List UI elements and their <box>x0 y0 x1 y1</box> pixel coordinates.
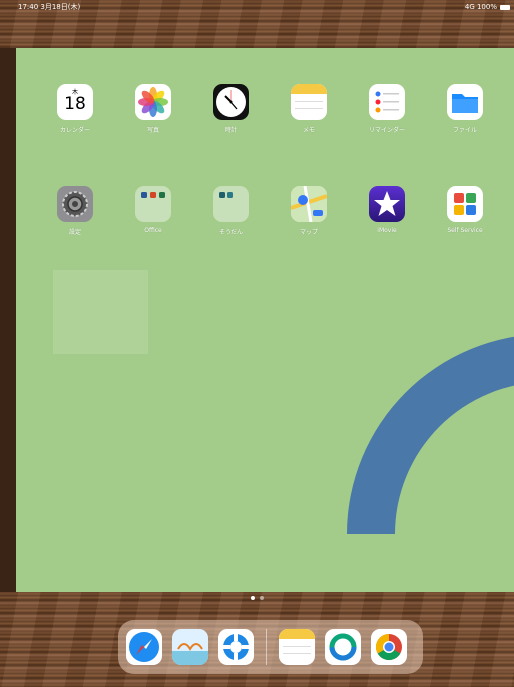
school-app-icon[interactable] <box>172 629 208 665</box>
app-label: 写真 <box>146 127 159 134</box>
lifebuoy-icon[interactable] <box>218 629 254 665</box>
imovie-icon <box>369 186 405 222</box>
home-screen-wallpaper: 木 18 カレンダー 写真 時計 メモ リマインダー ファイル 設定 Offic… <box>16 48 514 592</box>
dock-separator <box>266 629 267 665</box>
app-label: メモ <box>302 127 315 134</box>
page-indicator[interactable] <box>0 596 514 600</box>
app-imovie[interactable]: iMovie <box>357 186 417 234</box>
app-label: Office <box>144 227 162 234</box>
calendar-day: 18 <box>64 94 86 114</box>
chrome-icon[interactable] <box>371 629 407 665</box>
folder-soudan[interactable]: そうだん <box>201 186 261 236</box>
notes-icon <box>291 84 327 120</box>
calendar-icon: 木 18 <box>57 84 93 120</box>
app-settings[interactable]: 設定 <box>45 186 105 236</box>
office-folder-icon <box>135 186 171 222</box>
page-dot-1[interactable] <box>250 596 255 600</box>
settings-icon <box>57 186 93 222</box>
folder-office[interactable]: Office <box>123 186 183 234</box>
status-bar: 17:40 3月18日(木) 4G 100% <box>0 0 514 14</box>
app-photos[interactable]: 写真 <box>123 84 183 134</box>
webex-icon[interactable] <box>325 629 361 665</box>
dock <box>118 620 423 674</box>
maps-icon <box>291 186 327 222</box>
app-files[interactable]: ファイル <box>435 84 495 134</box>
widget-placeholder <box>53 270 148 354</box>
app-self-service[interactable]: Self Service <box>435 186 495 234</box>
app-reminders[interactable]: リマインダー <box>357 84 417 134</box>
photos-icon <box>135 84 171 120</box>
app-label: マップ <box>299 229 318 236</box>
battery-icon <box>500 4 510 10</box>
app-clock[interactable]: 時計 <box>201 84 261 134</box>
soudan-folder-icon <box>213 186 249 222</box>
app-label: 設定 <box>68 229 81 236</box>
app-maps[interactable]: マップ <box>279 186 339 236</box>
app-notes[interactable]: メモ <box>279 84 339 134</box>
files-icon <box>447 84 483 120</box>
app-label: そうだん <box>218 229 243 236</box>
app-calendar[interactable]: 木 18 カレンダー <box>45 84 105 134</box>
status-time-date: 17:40 3月18日(木) <box>18 3 81 11</box>
app-label: カレンダー <box>59 127 90 134</box>
status-signal: 4G 100% <box>464 3 497 11</box>
self-service-icon <box>447 186 483 222</box>
app-label: iMovie <box>377 227 397 234</box>
safari-icon[interactable] <box>126 629 162 665</box>
app-label: ファイル <box>452 127 477 134</box>
clock-icon <box>213 84 249 120</box>
notes-icon[interactable] <box>279 629 315 665</box>
app-label: リマインダー <box>368 127 405 134</box>
page-dot-2[interactable] <box>259 596 264 600</box>
app-label: 時計 <box>224 127 237 134</box>
reminders-icon <box>369 84 405 120</box>
app-label: Self Service <box>447 227 483 234</box>
